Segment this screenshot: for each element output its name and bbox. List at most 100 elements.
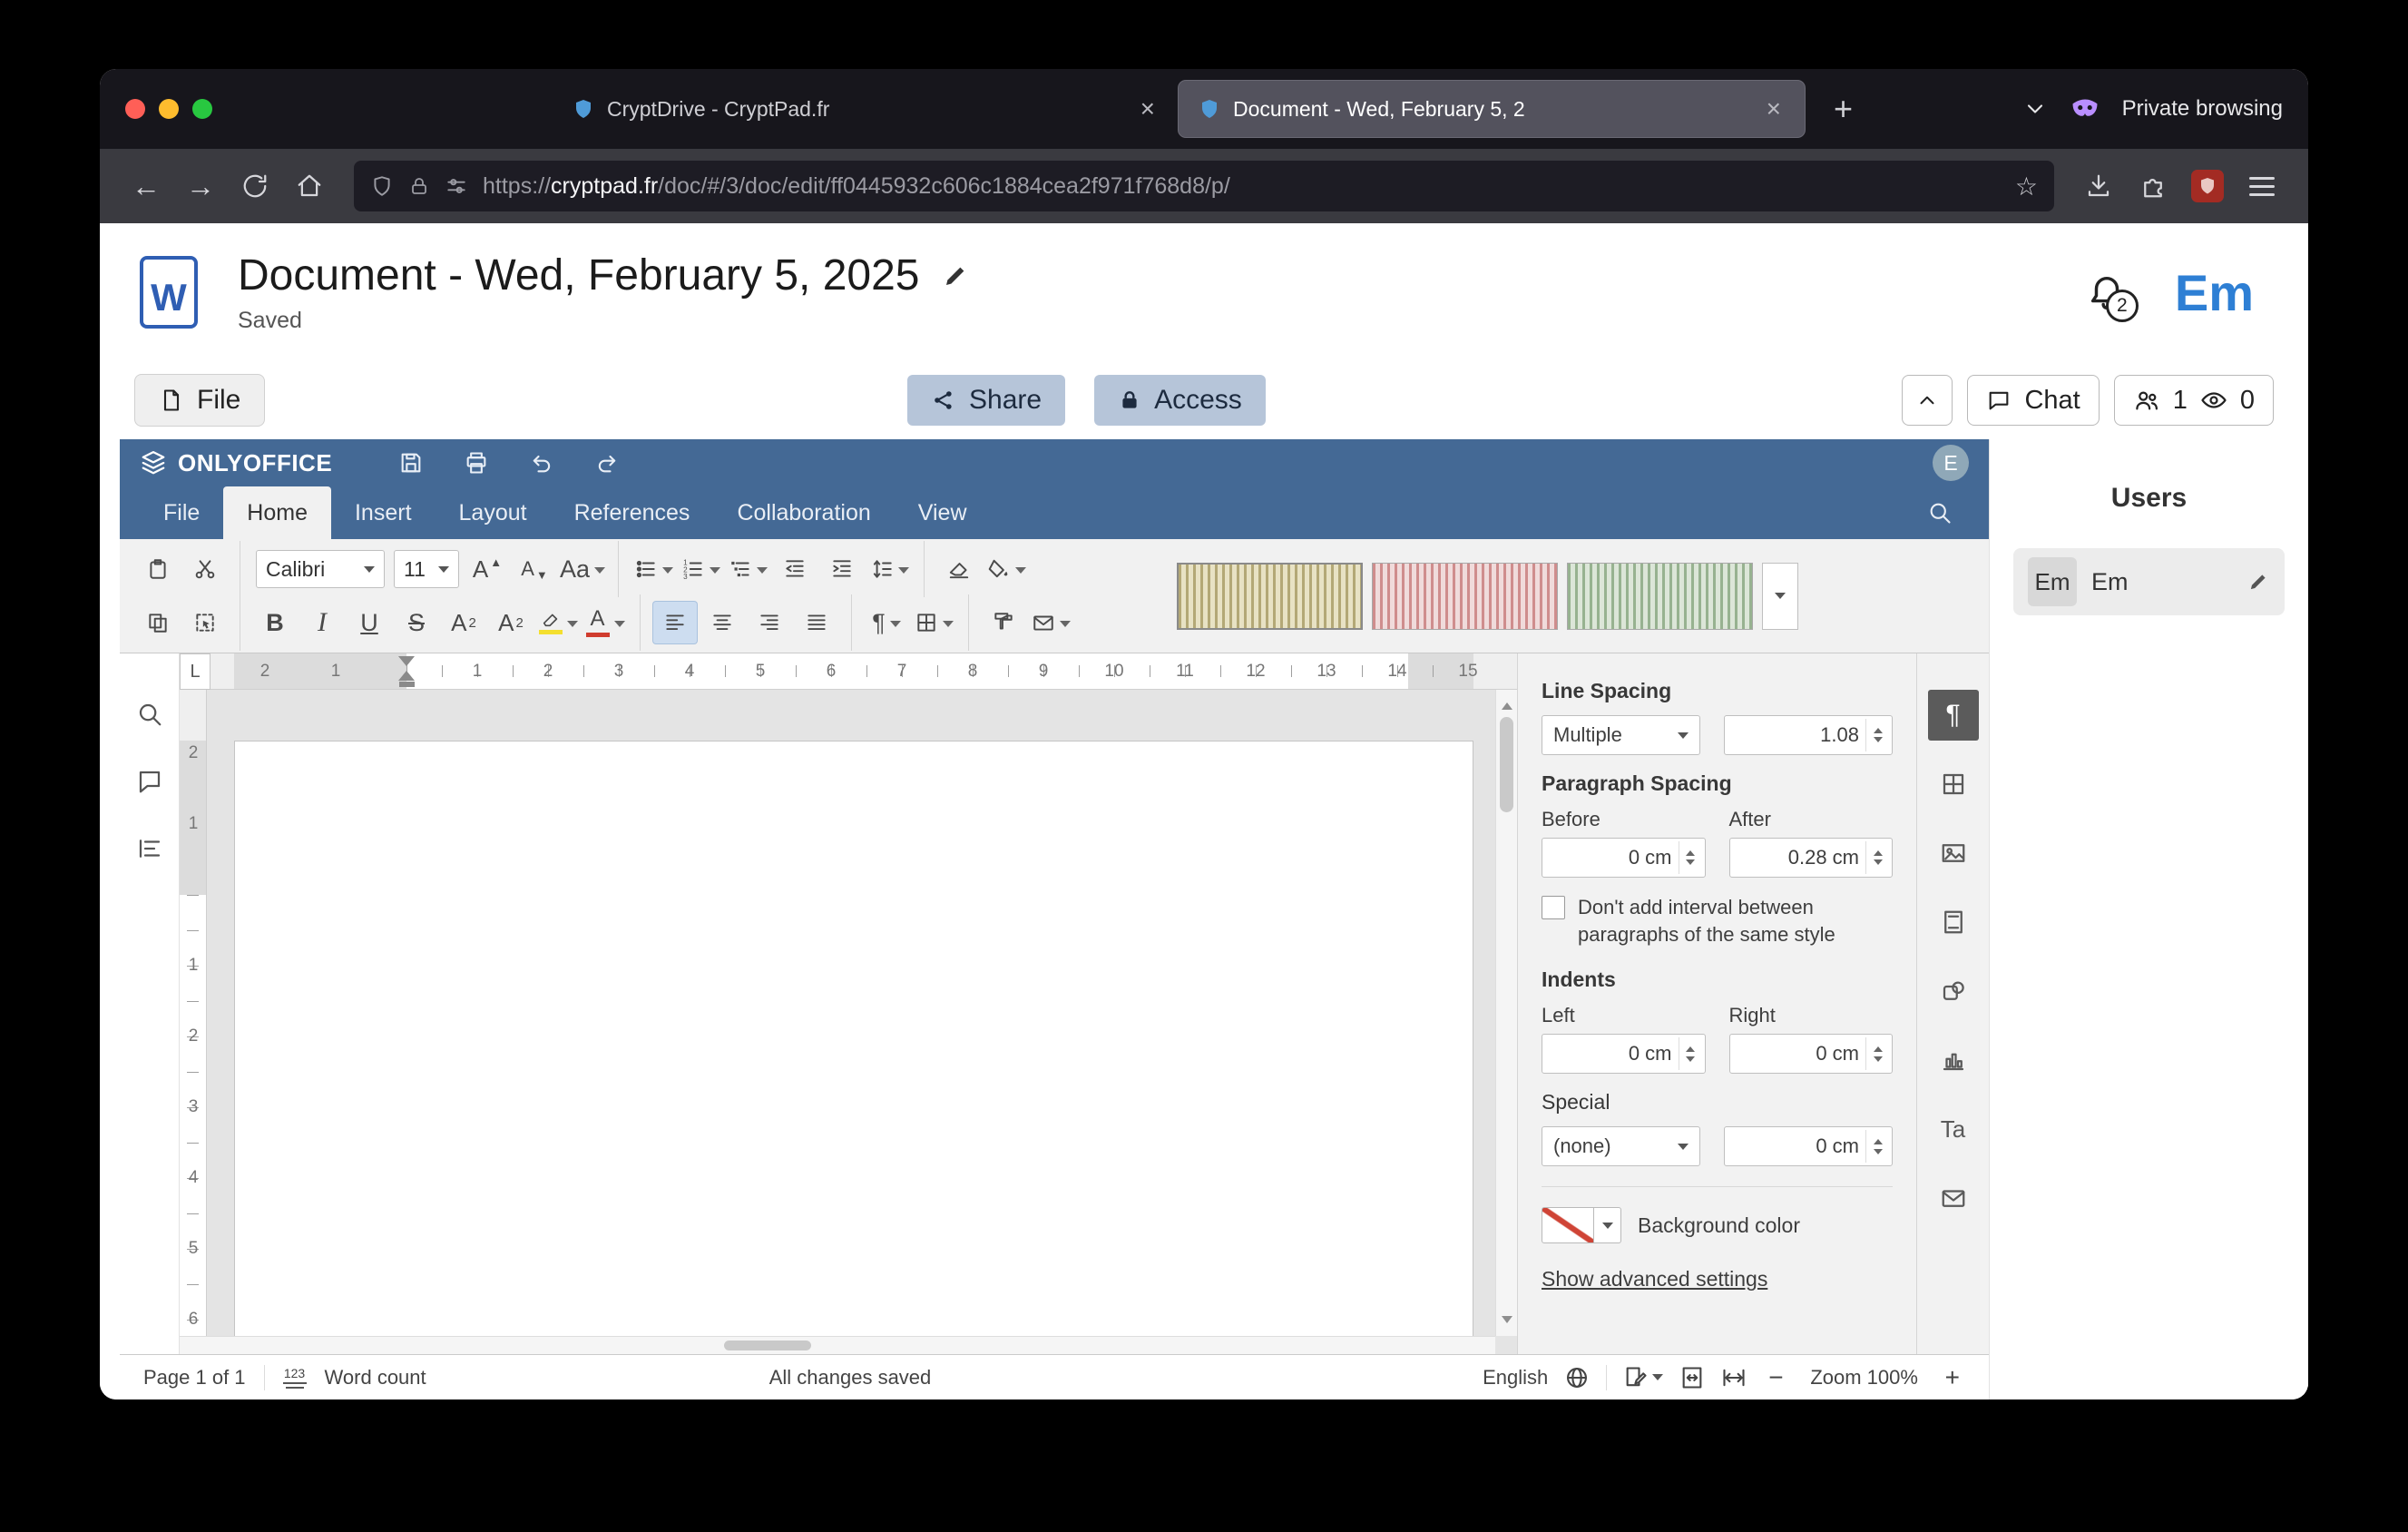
line-spacing-select[interactable]: Multiple — [1542, 715, 1700, 755]
globe-icon[interactable] — [1564, 1365, 1590, 1390]
underline-button[interactable]: U — [347, 602, 391, 643]
image-settings-tab[interactable] — [1928, 828, 1979, 879]
special-indent-select[interactable]: (none) — [1542, 1126, 1700, 1166]
decrease-font-icon[interactable]: A▼ — [513, 548, 556, 590]
notifications-bell-icon[interactable]: 2 — [2086, 271, 2128, 313]
copy-icon[interactable] — [136, 602, 180, 643]
zoom-in-button[interactable]: + — [1940, 1363, 1965, 1392]
borders-button[interactable] — [912, 602, 955, 643]
access-button[interactable]: Access — [1094, 375, 1266, 426]
print-icon[interactable] — [450, 444, 503, 482]
mail-merge-icon[interactable] — [1029, 602, 1072, 643]
collapse-toolbar-button[interactable] — [1902, 375, 1953, 426]
vertical-scrollbar-thumb[interactable] — [1500, 717, 1513, 812]
scroll-up-arrow[interactable] — [1502, 697, 1512, 710]
tab-stop-selector[interactable]: L — [180, 653, 210, 690]
navigation-headings-icon[interactable] — [136, 835, 163, 862]
paragraph-settings-tab[interactable]: ¶ — [1928, 690, 1979, 741]
numbered-list-icon[interactable]: 123 — [679, 548, 722, 590]
subscript-button[interactable]: A2 — [489, 602, 533, 643]
zoom-window-button[interactable] — [192, 99, 212, 119]
increase-font-icon[interactable]: A▲ — [465, 548, 509, 590]
editor-user-avatar[interactable]: E — [1933, 445, 1969, 481]
tab-close-icon[interactable]: × — [1763, 94, 1785, 123]
menu-references[interactable]: References — [551, 486, 714, 539]
bookmark-star-icon[interactable]: ☆ — [2015, 172, 2038, 201]
url-bar[interactable]: https://cryptpad.fr/doc/#/3/doc/edit/ff0… — [354, 161, 2054, 211]
strikethrough-button[interactable]: S — [395, 602, 438, 643]
format-painter-icon[interactable] — [982, 602, 1025, 643]
zoom-level[interactable]: Zoom 100% — [1806, 1366, 1923, 1390]
user-avatar-initials[interactable]: Em — [2175, 263, 2254, 322]
no-interval-checkbox-label[interactable]: Don't add interval between paragraphs of… — [1578, 894, 1893, 948]
save-icon[interactable] — [385, 444, 437, 482]
back-button[interactable]: ← — [122, 162, 171, 211]
shape-settings-tab[interactable] — [1928, 966, 1979, 1016]
header-footer-settings-tab[interactable] — [1928, 897, 1979, 948]
fit-page-icon[interactable] — [1679, 1365, 1705, 1390]
italic-button[interactable]: I — [300, 602, 344, 643]
bold-button[interactable]: B — [253, 602, 297, 643]
style-preview-2[interactable] — [1372, 563, 1558, 630]
hanging-indent-marker[interactable] — [398, 663, 415, 681]
clear-formatting-eraser-icon[interactable] — [937, 548, 981, 590]
mail-merge-settings-tab[interactable] — [1928, 1173, 1979, 1223]
document-language[interactable]: English — [1483, 1366, 1548, 1390]
share-button[interactable]: Share — [907, 375, 1065, 426]
connection-lock-icon[interactable] — [408, 175, 430, 197]
fit-width-icon[interactable] — [1721, 1365, 1747, 1390]
new-tab-button[interactable]: + — [1823, 90, 1864, 128]
tab-close-icon[interactable]: × — [1137, 94, 1159, 123]
vertical-ruler[interactable]: 21123456 — [180, 690, 207, 1354]
menu-view[interactable]: View — [895, 486, 991, 539]
horizontal-scrollbar[interactable] — [180, 1336, 1495, 1354]
minimize-window-button[interactable] — [159, 99, 179, 119]
zoom-out-button[interactable]: − — [1763, 1363, 1788, 1392]
indent-right-spinner[interactable]: 0 cm — [1729, 1034, 1894, 1074]
search-icon[interactable] — [1911, 486, 1969, 539]
nonprinting-characters-button[interactable]: ¶ — [865, 602, 908, 643]
line-spacing-amount-spinner[interactable]: 1.08 — [1724, 715, 1894, 755]
background-color-picker[interactable] — [1542, 1207, 1621, 1243]
permissions-sliders-icon[interactable] — [445, 174, 468, 198]
bullet-list-icon[interactable] — [631, 548, 675, 590]
align-center-button[interactable] — [700, 602, 744, 643]
spacing-before-spinner[interactable]: 0 cm — [1542, 838, 1706, 878]
line-spacing-icon[interactable] — [867, 548, 911, 590]
align-left-button[interactable] — [653, 602, 697, 643]
indent-left-spinner[interactable]: 0 cm — [1542, 1034, 1706, 1074]
user-list-item[interactable]: Em Em — [2013, 548, 2285, 615]
special-indent-spinner[interactable]: 0 cm — [1724, 1126, 1894, 1166]
horizontal-scrollbar-thumb[interactable] — [724, 1340, 811, 1350]
menu-home[interactable]: Home — [223, 486, 331, 539]
align-right-button[interactable] — [748, 602, 791, 643]
menu-layout[interactable]: Layout — [436, 486, 551, 539]
edit-user-name-pencil-icon[interactable] — [2246, 570, 2270, 594]
cut-scissors-icon[interactable] — [183, 548, 227, 590]
undo-icon[interactable] — [515, 444, 568, 482]
page-indicator[interactable]: Page 1 of 1 — [143, 1366, 246, 1390]
forward-button[interactable]: → — [176, 162, 225, 211]
users-viewers-button[interactable]: 1 0 — [2114, 375, 2274, 426]
home-button[interactable] — [285, 162, 334, 211]
url-text[interactable]: https://cryptpad.fr/doc/#/3/doc/edit/ff0… — [483, 173, 2001, 200]
chat-button[interactable]: Chat — [1967, 375, 2099, 426]
justify-button[interactable] — [795, 602, 838, 643]
horizontal-ruler[interactable]: 21123456789101112131415 — [210, 653, 1517, 690]
menu-hamburger-icon[interactable] — [2237, 162, 2286, 211]
decrease-indent-icon[interactable] — [773, 548, 817, 590]
paragraph-shading-icon[interactable] — [984, 548, 1028, 590]
style-preview-1[interactable] — [1177, 563, 1363, 630]
spell-checking-icon[interactable] — [1623, 1365, 1663, 1390]
chart-settings-tab[interactable] — [1928, 1035, 1979, 1085]
menu-insert[interactable]: Insert — [331, 486, 436, 539]
font-name-select[interactable]: Calibri — [256, 550, 385, 588]
superscript-button[interactable]: A2 — [442, 602, 485, 643]
close-window-button[interactable] — [125, 99, 145, 119]
find-search-icon[interactable] — [136, 701, 163, 728]
show-advanced-settings-link[interactable]: Show advanced settings — [1542, 1267, 1767, 1291]
font-color-button[interactable]: A — [583, 602, 627, 643]
vertical-scrollbar[interactable] — [1495, 690, 1517, 1336]
highlight-color-button[interactable] — [536, 602, 580, 643]
downloads-button[interactable] — [2074, 162, 2123, 211]
